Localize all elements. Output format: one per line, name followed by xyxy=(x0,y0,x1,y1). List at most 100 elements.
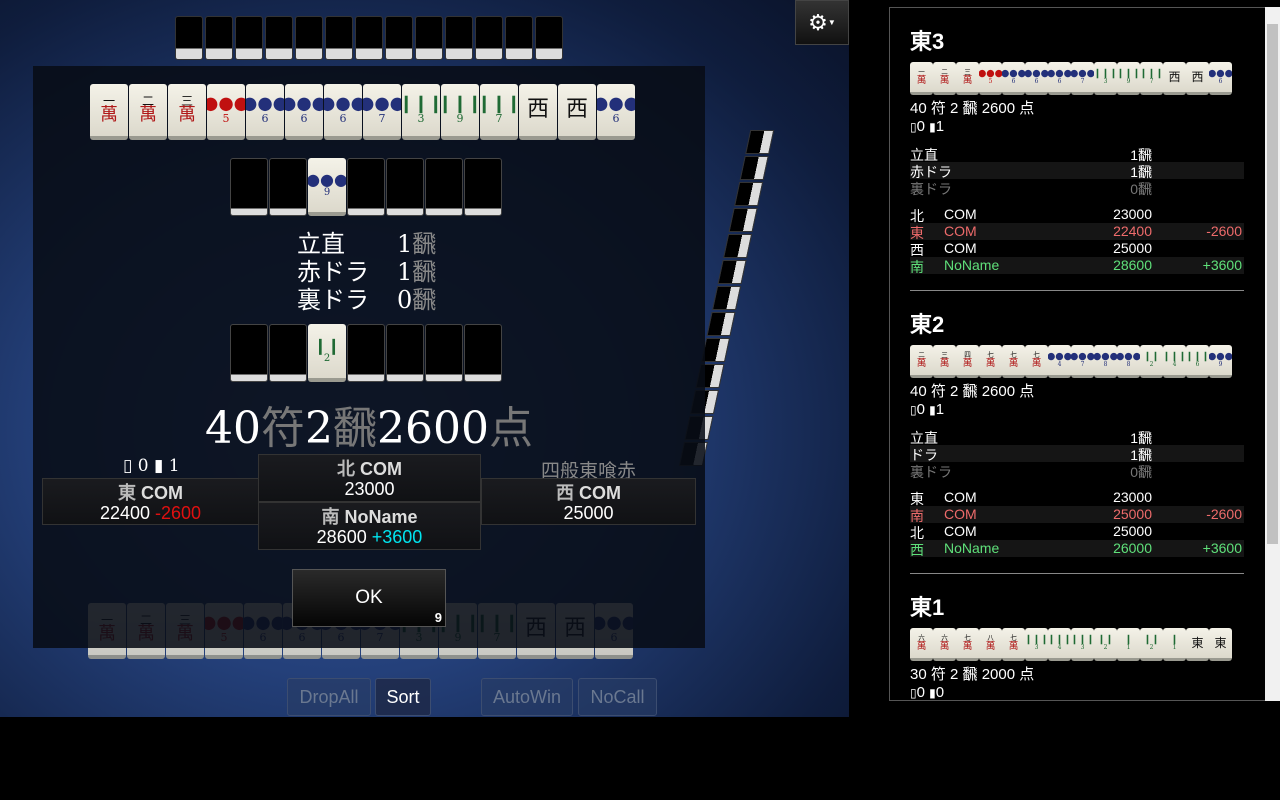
tile-2m: 二萬 xyxy=(129,84,167,140)
tile-7p: ●●●7 xyxy=(363,84,401,140)
tile-1m: 一萬 xyxy=(90,84,128,140)
yaku-han: 0 xyxy=(397,286,413,314)
tile-3s: ❙❙❙3 xyxy=(1071,628,1094,661)
yaku-list: 立直 1 飜赤ドラ 1 飜裏ドラ 0 飜 xyxy=(297,230,436,314)
tile-6p: ●●●6 xyxy=(597,84,635,140)
tile-back xyxy=(347,158,385,216)
yaku-row: 立直1飜 xyxy=(910,430,1152,446)
score-table: 東 COM 23000 南 COM 25000 -2600 北 COM 25000 西 NoName 2… xyxy=(910,489,1244,558)
sort-button[interactable]: Sort xyxy=(375,678,431,716)
yaku-row: 裏ドラ0飜 xyxy=(297,286,437,314)
yaku-name: 立直 xyxy=(297,230,345,258)
tile-4p: ●●● 4 xyxy=(1048,345,1071,378)
tile-back xyxy=(464,324,502,382)
tile-8p: ●●● 8 xyxy=(1094,345,1117,378)
yaku-han: 1 xyxy=(397,230,413,258)
tile-2s: ❙❙ 2 xyxy=(1140,628,1163,661)
yaku-row: 裏ドラ0飜 xyxy=(910,464,1152,480)
result-dialog: 一萬二萬三萬●●●5●●●6●●●6●●●6●●●7❙❙❙3❙❙❙9❙❙❙7西西… xyxy=(33,66,705,648)
tile-7m: 七萬 xyxy=(956,628,979,661)
round-hand: 二萬三萬四萬七萬七萬七萬 ●●● 4 ●●● 7 ●●● 8 ●●● 8 ❙❙ 2 ❙❙❙ 4 ❙❙❙ 6 ●… xyxy=(910,345,1244,378)
tile-E: 東 xyxy=(1186,628,1209,661)
tile-2s: ❙❙ 2 xyxy=(1140,345,1163,378)
yaku-table: 立直 1飜 ドラ 1飜 裏ドラ 0飜 xyxy=(910,428,1244,480)
score-row: 北 COM 23000 xyxy=(910,206,1152,224)
round-title: 東1 xyxy=(910,595,945,620)
tile-5pr: ●●●5 xyxy=(979,62,1002,95)
player-north: 北 COM 23000 xyxy=(258,454,481,502)
game-table: 一萬二萬三萬●●●5●●●6●●●6●●●6●●●7❙❙❙3❙❙❙9❙❙❙7西西… xyxy=(0,0,849,717)
tile-6p: ●●●6 xyxy=(1002,62,1025,95)
score-row: 北 COM 25000 xyxy=(910,523,1152,541)
stick-counts: ▯ 0 ▮ 1 xyxy=(123,456,180,476)
tile-2m: 二萬 xyxy=(933,62,956,95)
tile-back xyxy=(269,158,307,216)
tile-back xyxy=(386,324,424,382)
round-entry: 東2 二萬三萬四萬七萬七萬七萬 ●●● 4 ●●● 7 ●●● 8 ●●● 8 ❙❙ 2 ❙❙❙ 4 ❙❙❙… xyxy=(890,291,1265,574)
round-entry: 東3 一萬二萬三萬 ●●● 5 ●●● 6 ●●● 6 ●●● 6 ●●● 7 ❙❙❙ 3 ❙❙❙ 9 ❙❙❙ 7… xyxy=(890,8,1265,291)
round-title: 東3 xyxy=(910,29,945,54)
round-summary: 40 符 2 飜 2600 点 ▯0 ▮1 xyxy=(910,100,1035,135)
tile-W: 西 xyxy=(1163,62,1186,95)
score-row: 西 COM 25000 xyxy=(910,240,1152,258)
score-line: 40符2飜2600点 xyxy=(205,403,533,454)
tile-9p: ●●● 9 xyxy=(1209,345,1232,378)
gear-icon: ⚙ xyxy=(808,9,828,35)
tile-1s: ❙ 1 xyxy=(1117,628,1140,661)
autowin-button[interactable]: AutoWin xyxy=(481,678,573,716)
score-row: 西 NoName 26000 +3600 xyxy=(910,540,1244,558)
ok-button[interactable]: OK 9 xyxy=(292,569,446,627)
uradora-indicators: ❙❙ 2 xyxy=(230,324,502,382)
tile-back xyxy=(230,158,268,216)
tile-W: 西 xyxy=(1186,62,1209,95)
honba-stick-icon: ▯ xyxy=(123,456,133,476)
tile-back xyxy=(464,158,502,216)
tile-2m: 二萬 xyxy=(910,345,933,378)
tile-7m: 七萬 xyxy=(1025,345,1048,378)
score-row: 南 COM 25000 -2600 xyxy=(910,506,1244,524)
player-east: 東 COM 22400 -2600 xyxy=(42,478,259,525)
tile-2s: ❙❙ 2 xyxy=(1094,628,1117,661)
tile-8p: ●●● 8 xyxy=(1117,345,1140,378)
tile-3m: 三萬 xyxy=(956,62,979,95)
tile-6p: ●●●6 xyxy=(1025,62,1048,95)
dropall-button[interactable]: DropAll xyxy=(287,678,371,716)
tile-back xyxy=(347,324,385,382)
settings-button[interactable]: ⚙ ▼ xyxy=(795,0,849,45)
tile-7m: 七萬 xyxy=(979,345,1002,378)
score-table: 北 COM 23000 東 COM 22400 -2600 西 COM 25000 南 NoName 2… xyxy=(910,206,1244,275)
top-wall xyxy=(175,16,563,60)
tile-7m: 七萬 xyxy=(1002,628,1025,661)
round-title: 東2 xyxy=(910,312,945,337)
tile-3s: ❙❙❙3 xyxy=(1025,628,1048,661)
tile-9s: ❙❙❙9 xyxy=(441,84,479,140)
tile-7p: ●●●7 xyxy=(1071,62,1094,95)
yaku-row: 赤ドラ1飜 xyxy=(297,258,437,286)
yaku-row: 裏ドラ0飜 xyxy=(910,181,1152,197)
score-row: 東 COM 23000 xyxy=(910,489,1152,507)
tile-6m: 六萬 xyxy=(933,628,956,661)
tile-6p: ●●●6 xyxy=(246,84,284,140)
tile-7s: ❙❙❙7 xyxy=(1140,62,1163,95)
yaku-row: 立直1飜 xyxy=(910,147,1152,163)
tile-back xyxy=(230,324,268,382)
tile-3s: ❙❙❙3 xyxy=(402,84,440,140)
tile-back xyxy=(425,324,463,382)
yaku-row: ドラ 1飜 xyxy=(910,445,1244,463)
nocall-button[interactable]: NoCall xyxy=(578,678,657,716)
tile-back xyxy=(425,158,463,216)
tile-4s: ❙❙❙ 4 xyxy=(1163,345,1186,378)
tile-7m: 七萬 xyxy=(1002,345,1025,378)
scrollbar[interactable] xyxy=(1265,7,1280,701)
dora-indicators: ●●● 9 xyxy=(230,158,502,216)
tile-6p: ●●●6 xyxy=(324,84,362,140)
winning-hand: 一萬二萬三萬●●●5●●●6●●●6●●●6●●●7❙❙❙3❙❙❙9❙❙❙7西西… xyxy=(90,84,635,140)
yaku-han: 1 xyxy=(397,258,413,286)
player-west: 西 COM 25000 xyxy=(481,478,696,525)
player-south: 南 NoName 28600 +3600 xyxy=(258,502,481,550)
tile-3m: 三萬 xyxy=(168,84,206,140)
tile-back xyxy=(269,324,307,382)
tile-6p: ●●●6 xyxy=(1048,62,1071,95)
yaku-row: 立直1飜 xyxy=(297,230,437,258)
tile-5pr: ●●●5 xyxy=(207,84,245,140)
